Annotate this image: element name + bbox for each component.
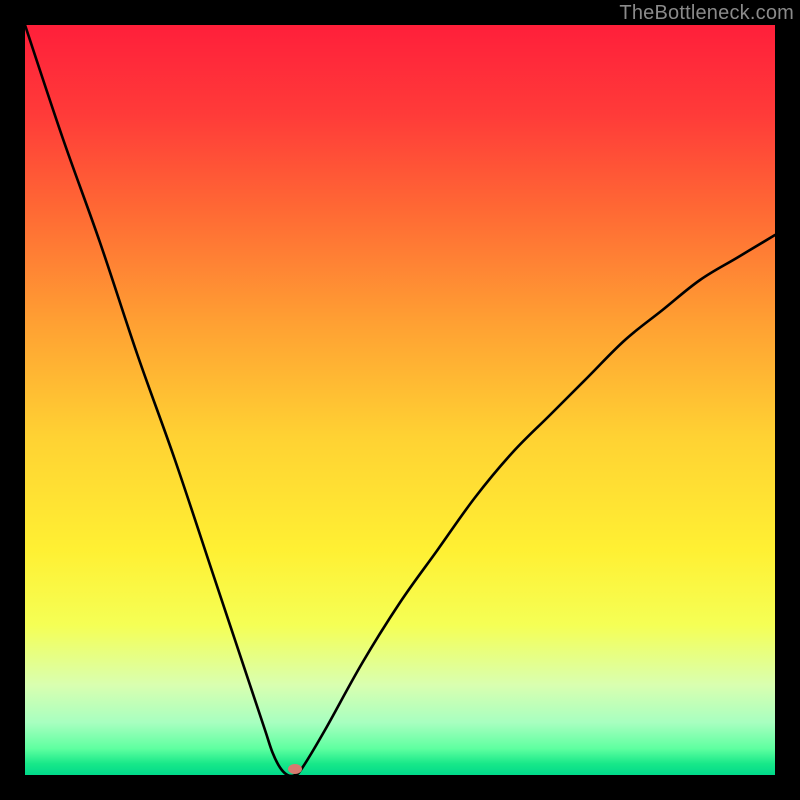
chart-frame: TheBottleneck.com: [0, 0, 800, 800]
watermark-text: TheBottleneck.com: [619, 2, 794, 25]
plot-area: [25, 25, 775, 775]
bottleneck-curve: [25, 25, 775, 775]
optimum-marker-icon: [288, 764, 302, 774]
curve-layer: [25, 25, 775, 775]
